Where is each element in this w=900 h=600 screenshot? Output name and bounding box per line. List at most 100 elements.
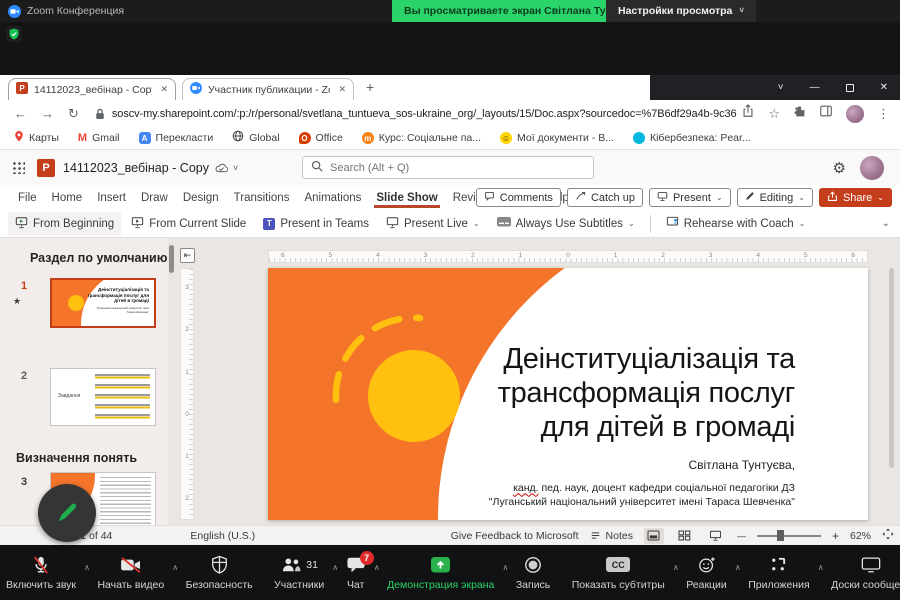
collapse-ribbon-icon[interactable]: ⌄ — [882, 218, 890, 229]
record-button[interactable]: Запись — [516, 555, 550, 591]
fit-slide-icon[interactable] — [882, 528, 894, 543]
present-in-teams-button[interactable]: T Present in Teams — [256, 214, 376, 234]
share-page-icon[interactable] — [741, 104, 755, 123]
browser-menu-icon[interactable]: ⋮ — [877, 106, 890, 122]
chevron-up-icon[interactable]: ∧ — [84, 563, 90, 572]
catch-up-button[interactable]: Catch up — [567, 188, 643, 207]
editing-button[interactable]: Editing ⌄ — [737, 188, 813, 207]
chevron-up-icon[interactable]: ∧ — [673, 563, 679, 572]
office-profile-avatar[interactable] — [860, 156, 884, 180]
tab-search-icon[interactable]: ˅ — [778, 82, 784, 93]
chevron-up-icon[interactable]: ∧ — [332, 563, 338, 572]
rehearse-with-coach-button[interactable]: Rehearse with Coach ⌄ — [659, 212, 813, 235]
bookmark-documents[interactable]: ☺ Мої документи - В... — [500, 132, 614, 144]
tab-file[interactable]: File — [16, 188, 39, 208]
powerpoint-logo-icon[interactable]: P — [37, 159, 55, 177]
mute-button[interactable]: Включить звук ∧ — [6, 555, 76, 591]
present-live-button[interactable]: Present Live ⌄ — [379, 212, 487, 236]
zoom-out-icon[interactable]: — — [737, 531, 746, 541]
thumbnail-scrollbar[interactable] — [169, 245, 174, 273]
chevron-up-icon[interactable]: ∧ — [503, 563, 509, 572]
whiteboards-button[interactable]: Доски сообщени ∧ — [831, 555, 900, 591]
from-beginning-button[interactable]: From Beginning — [8, 212, 121, 236]
comments-button[interactable]: Comments — [476, 188, 561, 207]
collapse-panel-button[interactable]: ⇤ — [180, 248, 195, 263]
reactions-button[interactable]: Реакции ∧ — [686, 555, 727, 591]
tab-design[interactable]: Design — [181, 188, 221, 208]
zoom-slider[interactable] — [757, 535, 821, 537]
participants-button[interactable]: 31 Участники ∧ — [274, 555, 324, 591]
minimize-button[interactable]: — — [810, 82, 820, 93]
zoom-percentage[interactable]: 62% — [850, 530, 871, 542]
section-header-definitions[interactable]: Визначення понять — [16, 451, 137, 465]
encryption-shield-badge[interactable] — [6, 26, 22, 42]
view-settings-button[interactable]: Настройки просмотра ˅ — [606, 0, 756, 22]
tab-transitions[interactable]: Transitions — [232, 188, 292, 208]
zoom-in-icon[interactable]: + — [832, 529, 839, 543]
chevron-up-icon[interactable]: ∧ — [735, 563, 741, 572]
chevron-up-icon[interactable]: ∧ — [818, 563, 824, 572]
tab-close-icon[interactable]: ✕ — [338, 84, 346, 95]
annotation-pencil-button[interactable] — [38, 484, 96, 542]
slideshow-view-button[interactable] — [706, 528, 726, 544]
chevron-up-icon[interactable]: ∧ — [374, 563, 380, 572]
chat-button[interactable]: 7 Чат ∧ — [346, 555, 366, 591]
always-use-subtitles-button[interactable]: Always Use Subtitles ⌄ — [490, 213, 642, 234]
back-icon[interactable]: ← — [14, 106, 27, 121]
section-header-default[interactable]: Раздел по умолчанию — [30, 251, 167, 265]
captions-button[interactable]: CC Показать субтитры ∧ — [572, 555, 665, 591]
forward-icon[interactable]: → — [41, 106, 54, 121]
app-launcher-icon[interactable] — [12, 161, 25, 174]
slide-sorter-view-button[interactable] — [675, 528, 695, 544]
search-input[interactable] — [330, 162, 585, 174]
side-panel-icon[interactable] — [819, 104, 833, 123]
bookmark-course[interactable]: m Курс: Соціальне па... — [362, 132, 481, 144]
reload-icon[interactable]: ↻ — [68, 106, 79, 122]
present-button[interactable]: Present ⌄ — [649, 188, 731, 207]
bookmark-cybersecurity[interactable]: Кібербезпека: Pear... — [633, 132, 751, 144]
document-title[interactable]: 14112023_вебінар - Copy — [63, 161, 209, 175]
tab-close-icon[interactable]: ✕ — [160, 84, 168, 95]
from-current-slide-button[interactable]: From Current Slide — [124, 212, 253, 236]
start-video-button[interactable]: Начать видео ∧ — [97, 555, 164, 591]
share-button[interactable]: Share ⌄ — [819, 188, 892, 207]
close-window-button[interactable]: ✕ — [880, 82, 888, 93]
browser-tab-zoom[interactable]: Участник публикации - Zoom ✕ — [182, 78, 354, 100]
gear-icon[interactable]: ⚙ — [833, 159, 846, 177]
restore-button[interactable] — [846, 84, 854, 92]
security-button[interactable]: Безопасность — [186, 555, 253, 591]
tab-draw[interactable]: Draw — [139, 188, 170, 208]
slide-1-thumbnail[interactable]: Деінституціалізація та трансформація пос… — [50, 278, 156, 328]
tab-home[interactable]: Home — [50, 188, 85, 208]
office-search-box[interactable] — [302, 156, 594, 179]
lock-icon[interactable] — [95, 108, 105, 120]
browser-tab-powerpoint[interactable]: P 14112023_вебінар - Copy.pptx ✕ — [8, 78, 176, 100]
share-screen-button[interactable]: Демонстрация экрана ∧ — [387, 555, 494, 591]
bookmark-maps[interactable]: Карты — [14, 129, 59, 147]
tab-slide-show[interactable]: Slide Show — [374, 188, 439, 208]
tab-insert[interactable]: Insert — [95, 188, 128, 208]
bookmark-global[interactable]: Global — [232, 129, 279, 147]
new-tab-button[interactable]: + — [366, 79, 374, 95]
slide-scrollbar[interactable] — [889, 268, 894, 468]
browser-profile-avatar[interactable] — [846, 105, 864, 123]
tab-animations[interactable]: Animations — [302, 188, 363, 208]
bookmark-gmail[interactable]: M Gmail — [78, 132, 120, 144]
slide-canvas[interactable]: Деінституціалізація та трансформація пос… — [268, 268, 868, 520]
extensions-icon[interactable] — [793, 105, 806, 123]
saved-to-cloud-icon — [215, 163, 228, 173]
normal-view-button[interactable] — [644, 528, 664, 544]
address-bar[interactable]: soscv-my.sharepoint.com/:p:/r/personal/s… — [112, 108, 737, 120]
bookmark-translate[interactable]: A Перекласти — [139, 132, 214, 144]
zoom-slider-knob[interactable] — [777, 530, 784, 541]
chevron-up-icon[interactable]: ∧ — [172, 563, 178, 572]
language-status[interactable]: English (U.S.) — [190, 530, 255, 542]
bookmark-office[interactable]: O Office — [299, 132, 343, 144]
slide-2-thumbnail[interactable]: Завдання — [50, 368, 156, 426]
bookmark-star-icon[interactable]: ☆ — [768, 106, 780, 122]
slide-text-block[interactable]: Деінституціалізація та трансформація пос… — [325, 342, 795, 509]
feedback-link[interactable]: Give Feedback to Microsoft — [451, 530, 579, 542]
apps-button[interactable]: Приложения ∧ — [748, 555, 809, 591]
notes-button[interactable]: Notes — [590, 530, 633, 542]
chevron-down-icon[interactable]: ˅ — [233, 163, 238, 173]
